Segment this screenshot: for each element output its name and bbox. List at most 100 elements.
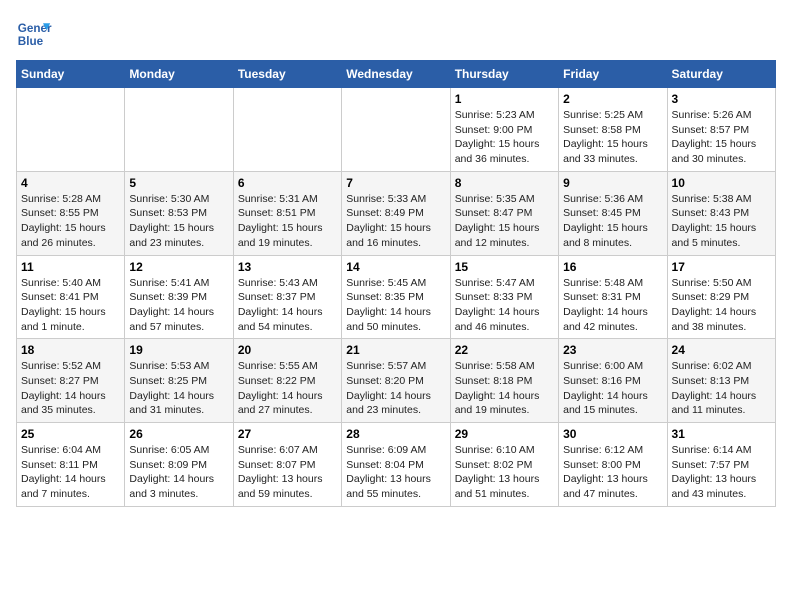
- day-number: 30: [563, 427, 662, 441]
- calendar-cell: 26 Sunrise: 6:05 AM Sunset: 8:09 PM Dayli…: [125, 423, 233, 507]
- day-info: Sunrise: 5:48 AM Sunset: 8:31 PM Dayligh…: [563, 276, 662, 335]
- calendar-cell: 8 Sunrise: 5:35 AM Sunset: 8:47 PM Daylig…: [450, 171, 558, 255]
- day-number: 9: [563, 176, 662, 190]
- day-number: 31: [672, 427, 771, 441]
- calendar-cell: 14 Sunrise: 5:45 AM Sunset: 8:35 PM Dayli…: [342, 255, 450, 339]
- day-number: 2: [563, 92, 662, 106]
- calendar-cell: 4 Sunrise: 5:28 AM Sunset: 8:55 PM Daylig…: [17, 171, 125, 255]
- day-info: Sunrise: 5:38 AM Sunset: 8:43 PM Dayligh…: [672, 192, 771, 251]
- calendar-cell: 22 Sunrise: 5:58 AM Sunset: 8:18 PM Dayli…: [450, 339, 558, 423]
- day-info: Sunrise: 6:00 AM Sunset: 8:16 PM Dayligh…: [563, 359, 662, 418]
- header: General Blue: [16, 16, 776, 52]
- day-info: Sunrise: 5:57 AM Sunset: 8:20 PM Dayligh…: [346, 359, 445, 418]
- day-number: 22: [455, 343, 554, 357]
- calendar-cell: 15 Sunrise: 5:47 AM Sunset: 8:33 PM Dayli…: [450, 255, 558, 339]
- day-info: Sunrise: 6:04 AM Sunset: 8:11 PM Dayligh…: [21, 443, 120, 502]
- day-info: Sunrise: 5:36 AM Sunset: 8:45 PM Dayligh…: [563, 192, 662, 251]
- calendar-cell: 5 Sunrise: 5:30 AM Sunset: 8:53 PM Daylig…: [125, 171, 233, 255]
- calendar-cell: 2 Sunrise: 5:25 AM Sunset: 8:58 PM Daylig…: [559, 88, 667, 172]
- day-number: 4: [21, 176, 120, 190]
- calendar-cell: 6 Sunrise: 5:31 AM Sunset: 8:51 PM Daylig…: [233, 171, 341, 255]
- day-info: Sunrise: 5:40 AM Sunset: 8:41 PM Dayligh…: [21, 276, 120, 335]
- day-number: 10: [672, 176, 771, 190]
- day-number: 7: [346, 176, 445, 190]
- logo: General Blue: [16, 16, 52, 52]
- calendar-cell: 13 Sunrise: 5:43 AM Sunset: 8:37 PM Dayli…: [233, 255, 341, 339]
- day-number: 13: [238, 260, 337, 274]
- day-info: Sunrise: 5:33 AM Sunset: 8:49 PM Dayligh…: [346, 192, 445, 251]
- logo-icon: General Blue: [16, 16, 52, 52]
- day-number: 21: [346, 343, 445, 357]
- day-info: Sunrise: 5:58 AM Sunset: 8:18 PM Dayligh…: [455, 359, 554, 418]
- calendar-cell: 9 Sunrise: 5:36 AM Sunset: 8:45 PM Daylig…: [559, 171, 667, 255]
- weekday-header-monday: Monday: [125, 61, 233, 88]
- day-number: 8: [455, 176, 554, 190]
- calendar-cell: 24 Sunrise: 6:02 AM Sunset: 8:13 PM Dayli…: [667, 339, 775, 423]
- calendar-cell: 19Sunrise: 5:53 AM Sunset: 8:25 PM Dayli…: [125, 339, 233, 423]
- day-info: Sunrise: 5:50 AM Sunset: 8:29 PM Dayligh…: [672, 276, 771, 335]
- day-info: Sunrise: 5:28 AM Sunset: 8:55 PM Dayligh…: [21, 192, 120, 251]
- day-number: 25: [21, 427, 120, 441]
- day-info: Sunrise: 6:12 AM Sunset: 8:00 PM Dayligh…: [563, 443, 662, 502]
- day-info: Sunrise: 6:09 AM Sunset: 8:04 PM Dayligh…: [346, 443, 445, 502]
- weekday-header-tuesday: Tuesday: [233, 61, 341, 88]
- day-info: Sunrise: 6:10 AM Sunset: 8:02 PM Dayligh…: [455, 443, 554, 502]
- day-number: 26: [129, 427, 228, 441]
- calendar-cell: 1 Sunrise: 5:23 AM Sunset: 9:00 PM Daylig…: [450, 88, 558, 172]
- day-info: Sunrise: 5:41 AM Sunset: 8:39 PM Dayligh…: [129, 276, 228, 335]
- day-info: Sunrise: 5:52 AM Sunset: 8:27 PM Dayligh…: [21, 359, 120, 418]
- day-number: 27: [238, 427, 337, 441]
- day-number: 28: [346, 427, 445, 441]
- weekday-header-saturday: Saturday: [667, 61, 775, 88]
- calendar-cell: 21 Sunrise: 5:57 AM Sunset: 8:20 PM Dayli…: [342, 339, 450, 423]
- day-info: Sunrise: 5:45 AM Sunset: 8:35 PM Dayligh…: [346, 276, 445, 335]
- day-number: 20: [238, 343, 337, 357]
- calendar-cell: 30 Sunrise: 6:12 AM Sunset: 8:00 PM Dayli…: [559, 423, 667, 507]
- day-number: 19: [129, 343, 228, 357]
- weekday-header-thursday: Thursday: [450, 61, 558, 88]
- calendar-cell: [233, 88, 341, 172]
- day-number: 12: [129, 260, 228, 274]
- day-number: 23: [563, 343, 662, 357]
- calendar-cell: [125, 88, 233, 172]
- day-number: 24: [672, 343, 771, 357]
- calendar-cell: 16 Sunrise: 5:48 AM Sunset: 8:31 PM Dayli…: [559, 255, 667, 339]
- svg-text:Blue: Blue: [18, 35, 44, 48]
- day-number: 18: [21, 343, 120, 357]
- day-number: 17: [672, 260, 771, 274]
- calendar-cell: 25 Sunrise: 6:04 AM Sunset: 8:11 PM Dayli…: [17, 423, 125, 507]
- day-number: 6: [238, 176, 337, 190]
- day-info: Sunrise: 5:43 AM Sunset: 8:37 PM Dayligh…: [238, 276, 337, 335]
- day-number: 3: [672, 92, 771, 106]
- calendar-cell: [17, 88, 125, 172]
- day-number: 15: [455, 260, 554, 274]
- calendar-cell: 10 Sunrise: 5:38 AM Sunset: 8:43 PM Dayli…: [667, 171, 775, 255]
- day-number: 1: [455, 92, 554, 106]
- day-number: 16: [563, 260, 662, 274]
- day-info: Sunrise: 6:14 AM Sunset: 7:57 PM Dayligh…: [672, 443, 771, 502]
- day-info: Sunrise: 5:26 AM Sunset: 8:57 PM Dayligh…: [672, 108, 771, 167]
- day-number: 29: [455, 427, 554, 441]
- day-info: Sunrise: 6:02 AM Sunset: 8:13 PM Dayligh…: [672, 359, 771, 418]
- day-info: Sunrise: 5:31 AM Sunset: 8:51 PM Dayligh…: [238, 192, 337, 251]
- day-info: Sunrise: 6:05 AM Sunset: 8:09 PM Dayligh…: [129, 443, 228, 502]
- calendar-cell: 20Sunrise: 5:55 AM Sunset: 8:22 PM Dayli…: [233, 339, 341, 423]
- day-info: Sunrise: 5:47 AM Sunset: 8:33 PM Dayligh…: [455, 276, 554, 335]
- calendar-cell: 12 Sunrise: 5:41 AM Sunset: 8:39 PM Dayli…: [125, 255, 233, 339]
- calendar-cell: 17 Sunrise: 5:50 AM Sunset: 8:29 PM Dayli…: [667, 255, 775, 339]
- calendar-cell: [342, 88, 450, 172]
- day-number: 5: [129, 176, 228, 190]
- calendar-cell: 11 Sunrise: 5:40 AM Sunset: 8:41 PM Dayli…: [17, 255, 125, 339]
- calendar-cell: 29 Sunrise: 6:10 AM Sunset: 8:02 PM Dayli…: [450, 423, 558, 507]
- day-info: Sunrise: 5:25 AM Sunset: 8:58 PM Dayligh…: [563, 108, 662, 167]
- day-info: Sunrise: 5:30 AM Sunset: 8:53 PM Dayligh…: [129, 192, 228, 251]
- calendar-cell: 3 Sunrise: 5:26 AM Sunset: 8:57 PM Daylig…: [667, 88, 775, 172]
- weekday-header-friday: Friday: [559, 61, 667, 88]
- calendar-cell: 31 Sunrise: 6:14 AM Sunset: 7:57 PM Dayli…: [667, 423, 775, 507]
- calendar-cell: 27Sunrise: 6:07 AM Sunset: 8:07 PM Dayli…: [233, 423, 341, 507]
- day-number: 11: [21, 260, 120, 274]
- day-info: Sunrise: 5:35 AM Sunset: 8:47 PM Dayligh…: [455, 192, 554, 251]
- day-info: Sunrise: 5:23 AM Sunset: 9:00 PM Dayligh…: [455, 108, 554, 167]
- weekday-header-sunday: Sunday: [17, 61, 125, 88]
- day-number: 14: [346, 260, 445, 274]
